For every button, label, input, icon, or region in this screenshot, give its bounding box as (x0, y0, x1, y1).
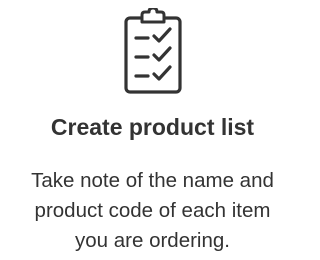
card-description: Take note of the name and product code o… (0, 166, 305, 256)
description-line: Take note of the name and (31, 169, 274, 192)
clipboard-checklist-icon (122, 8, 184, 96)
description-line: product code of each item (34, 199, 271, 222)
product-list-step-card: Create product list Take note of the nam… (0, 0, 305, 260)
card-title: Create product list (50, 114, 255, 140)
description-line: you are ordering. (75, 229, 230, 252)
